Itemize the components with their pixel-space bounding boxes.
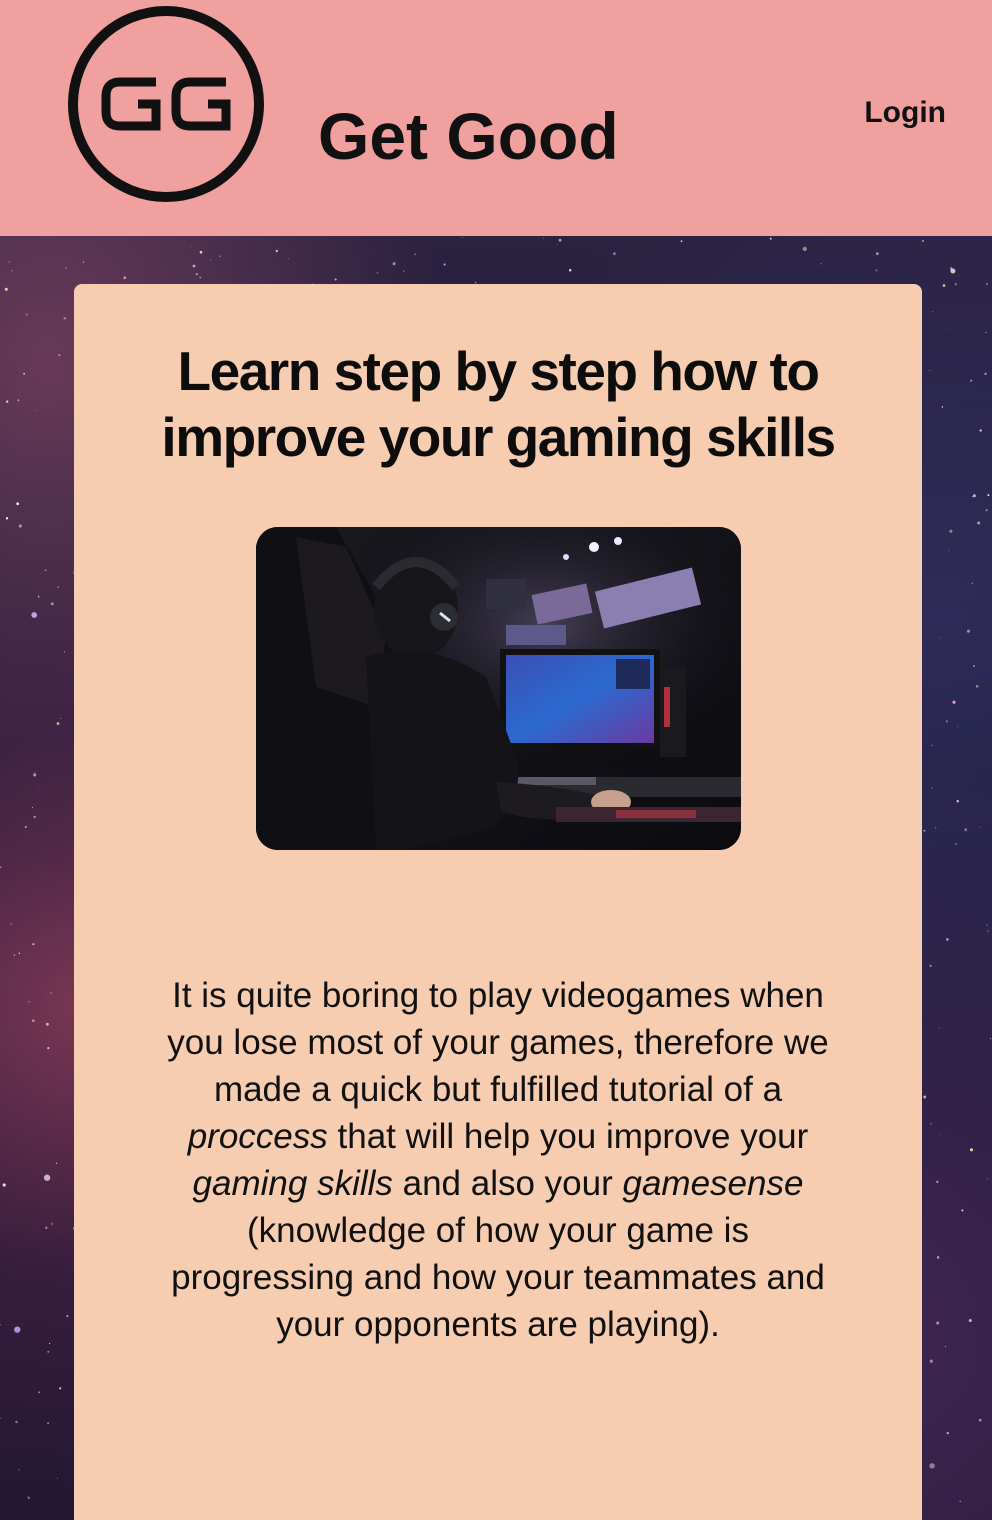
hero-image	[256, 527, 741, 850]
intro-text-3: and also your	[392, 1164, 623, 1203]
intro-text-4: (knowledge of how your game is progressi…	[171, 1211, 825, 1344]
brand-name: Get Good	[318, 99, 619, 173]
login-link[interactable]: Login	[864, 96, 946, 130]
intro-text-2: that will help you improve your	[327, 1117, 809, 1156]
content-card: Learn step by step how to improve your g…	[74, 284, 922, 1520]
intro-text-1: It is quite boring to play videogames wh…	[167, 976, 829, 1109]
intro-emphasis-process: proccess	[187, 1117, 328, 1156]
gg-logo-icon	[101, 77, 231, 131]
page-headline: Learn step by step how to improve your g…	[161, 340, 836, 468]
intro-emphasis-gaming-skills: gaming skills	[192, 1164, 393, 1203]
gamer-at-esports-station-photo-icon	[256, 527, 741, 850]
site-header: Get Good Login	[0, 0, 992, 236]
intro-paragraph: It is quite boring to play videogames wh…	[158, 972, 838, 1348]
intro-emphasis-gamesense: gamesense	[622, 1164, 804, 1203]
gg-logo[interactable]	[68, 6, 264, 202]
